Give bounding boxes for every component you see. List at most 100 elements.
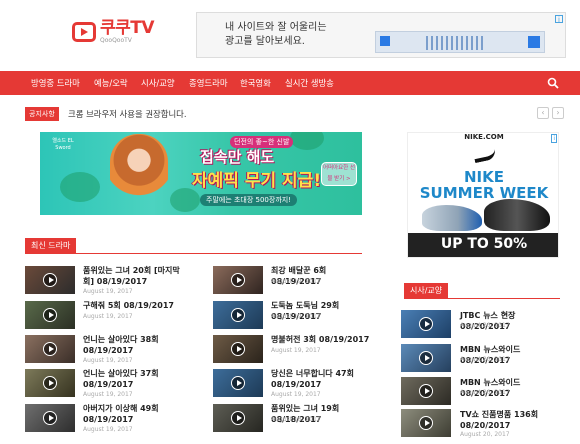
video-thumbnail[interactable] <box>401 409 451 437</box>
section-divider <box>25 253 362 254</box>
banner-advertisement[interactable]: 엘소드 EL Sword 던전의 좋~한 신발 접속만 해도 자예픽 무기 지급… <box>40 132 362 215</box>
site-logo[interactable]: 쿠쿠TV QooQooTV <box>72 18 155 44</box>
list-item[interactable]: 최강 배달꾼 6회 08/19/2017 August 19, 2017 <box>213 266 383 296</box>
list-item[interactable]: 언니는 살아있다 37회 08/19/2017 August 19, 2017 <box>25 369 195 399</box>
play-icon <box>231 308 245 322</box>
search-icon[interactable] <box>547 77 559 89</box>
item-date: August 20, 2017 <box>460 356 510 363</box>
list-item[interactable]: 도둑놈 도둑님 29회 08/19/2017 August 19, 2017 <box>213 301 383 331</box>
list-item[interactable]: TV쇼 진품명품 136회 08/20/2017 August 20, 2017 <box>401 409 561 439</box>
ad-info-icon[interactable]: i <box>551 134 557 143</box>
video-thumbnail[interactable] <box>401 344 451 372</box>
play-icon <box>231 376 245 390</box>
nike-ad-title: NIKE SUMMER WEEK <box>408 168 558 202</box>
play-icon <box>231 411 245 425</box>
item-date: August 20, 2017 <box>460 389 510 396</box>
shoe-image <box>484 199 550 231</box>
nike-ad-url: NIKE.COM <box>464 133 504 141</box>
notice-label: 공지사항 <box>25 107 59 121</box>
item-date: August 19, 2017 <box>83 288 133 295</box>
list-item[interactable]: 언니는 살아있다 38회 08/19/2017 August 19, 2017 <box>25 335 195 365</box>
nike-title-line2: SUMMER WEEK <box>419 184 549 202</box>
item-title[interactable]: 언니는 살아있다 37회 08/19/2017 <box>83 368 183 390</box>
top-ad-line2: 광고를 달아보세요. <box>225 36 305 47</box>
nav-item-ended-drama[interactable]: 종영드라마 <box>189 71 228 95</box>
top-ad-image <box>375 31 545 53</box>
video-thumbnail[interactable] <box>25 404 75 432</box>
banner-line2: 접속만 해도 <box>200 148 275 166</box>
item-title[interactable]: 명불허전 3회 08/19/2017 <box>271 334 371 345</box>
logo-title: 쿠쿠TV <box>100 18 155 38</box>
play-icon <box>419 416 433 430</box>
nav-item-current-affairs[interactable]: 시사/교양 <box>141 71 175 95</box>
item-title[interactable]: TV쇼 진품명품 136회 08/20/2017 <box>460 409 560 431</box>
banner-line4: 주말에는 초대장 500장까지! <box>200 194 298 206</box>
main-navigation: 방영중 드라마 예능/오락 시사/교양 종영드라마 한국영화 실시간 생방송 <box>0 71 580 95</box>
play-icon <box>419 351 433 365</box>
banner-cta-button[interactable]: 어떠아요한 선물 받기 > <box>321 162 357 186</box>
section-label-current-affairs: 시사/교양 <box>404 283 449 299</box>
nav-item-airing-drama[interactable]: 방영중 드라마 <box>31 71 80 95</box>
play-icon <box>231 342 245 356</box>
ad-info-icon[interactable]: i <box>555 15 563 24</box>
list-item[interactable]: 명불허전 3회 08/19/2017 August 19, 2017 <box>213 335 383 365</box>
video-thumbnail[interactable] <box>25 335 75 363</box>
video-thumbnail[interactable] <box>25 266 75 294</box>
item-date: August 19, 2017 <box>83 313 133 320</box>
play-icon <box>43 376 57 390</box>
shoe-image <box>422 205 482 231</box>
item-date: August 20, 2017 <box>460 322 510 329</box>
nav-item-variety[interactable]: 예능/오락 <box>94 71 128 95</box>
item-title[interactable]: 품위있는 그녀 20회 [마지막회] 08/19/2017 <box>83 265 183 287</box>
section-divider <box>404 298 560 299</box>
item-date: August 19, 2017 <box>83 357 133 364</box>
list-item[interactable]: 품위있는 그녀 19회 08/18/2017 August 18, 2017 <box>213 404 383 434</box>
nav-item-korean-movie[interactable]: 한국영화 <box>240 71 271 95</box>
top-ad-line1: 내 사이트와 잘 어울리는 <box>225 22 327 33</box>
play-icon <box>43 411 57 425</box>
video-thumbnail[interactable] <box>25 369 75 397</box>
list-item[interactable]: MBN 뉴스와이드 08/20/2017 August 20, 2017 <box>401 377 561 407</box>
list-item[interactable]: JTBC 뉴스 현장 08/20/2017 August 20, 2017 <box>401 310 561 340</box>
logo-subtitle: QooQooTV <box>100 37 132 44</box>
video-thumbnail[interactable] <box>213 335 263 363</box>
item-date: August 18, 2017 <box>271 416 321 423</box>
video-thumbnail[interactable] <box>401 377 451 405</box>
item-date: August 19, 2017 <box>271 391 321 398</box>
list-item[interactable]: 구해줘 5회 08/19/2017 August 19, 2017 <box>25 301 195 331</box>
notice-text[interactable]: 크롬 브라우저 사용을 권장합니다. <box>68 108 187 120</box>
item-title[interactable]: 구해줘 5회 08/19/2017 <box>83 300 183 311</box>
item-title[interactable]: 당신은 너무합니다 47회 08/19/2017 <box>271 368 371 390</box>
nike-title-line1: NIKE <box>463 168 504 186</box>
top-ad-text: 내 사이트와 잘 어울리는 광고를 달아보세요. <box>225 21 327 49</box>
list-item[interactable]: MBN 뉴스와이드 08/20/2017 August 20, 2017 <box>401 344 561 374</box>
chevron-right-icon[interactable]: › <box>552 107 564 119</box>
nike-ad-sale: UP TO 50% <box>440 236 528 252</box>
play-icon <box>43 273 57 287</box>
list-item[interactable]: 아버지가 이상해 49회 08/19/2017 August 19, 2017 <box>25 404 195 434</box>
chevron-left-icon[interactable]: ‹ <box>537 107 549 119</box>
item-date: August 19, 2017 <box>271 313 321 320</box>
play-icon <box>231 273 245 287</box>
list-item[interactable]: 당신은 너무합니다 47회 08/19/2017 August 19, 2017 <box>213 369 383 399</box>
video-thumbnail[interactable] <box>401 310 451 338</box>
site-header: 쿠쿠TV QooQooTV 내 사이트와 잘 어울리는 광고를 달아보세요. i <box>0 0 580 70</box>
item-title[interactable]: 언니는 살아있다 38회 08/19/2017 <box>83 334 183 356</box>
nike-swoosh-icon <box>473 148 497 164</box>
top-advertisement[interactable]: 내 사이트와 잘 어울리는 광고를 달아보세요. i <box>196 12 566 58</box>
nav-item-live[interactable]: 실시간 생방송 <box>285 71 334 95</box>
video-thumbnail[interactable] <box>213 404 263 432</box>
video-thumbnail[interactable] <box>25 301 75 329</box>
item-date: August 19, 2017 <box>83 391 133 398</box>
banner-brand: 엘소드 EL Sword <box>52 138 74 151</box>
video-thumbnail[interactable] <box>213 301 263 329</box>
item-date: August 19, 2017 <box>83 426 133 433</box>
item-title[interactable]: 아버지가 이상해 49회 08/19/2017 <box>83 403 183 425</box>
nike-advertisement[interactable]: NIKE.COM i NIKE SUMMER WEEK UP TO 50% <box>407 132 559 258</box>
video-thumbnail[interactable] <box>213 369 263 397</box>
item-date: August 20, 2017 <box>460 431 510 438</box>
list-item[interactable]: 품위있는 그녀 20회 [마지막회] 08/19/2017 August 19,… <box>25 266 195 296</box>
play-logo-icon <box>72 22 96 42</box>
video-thumbnail[interactable] <box>213 266 263 294</box>
section-label-latest-drama: 최신 드라마 <box>25 238 77 254</box>
